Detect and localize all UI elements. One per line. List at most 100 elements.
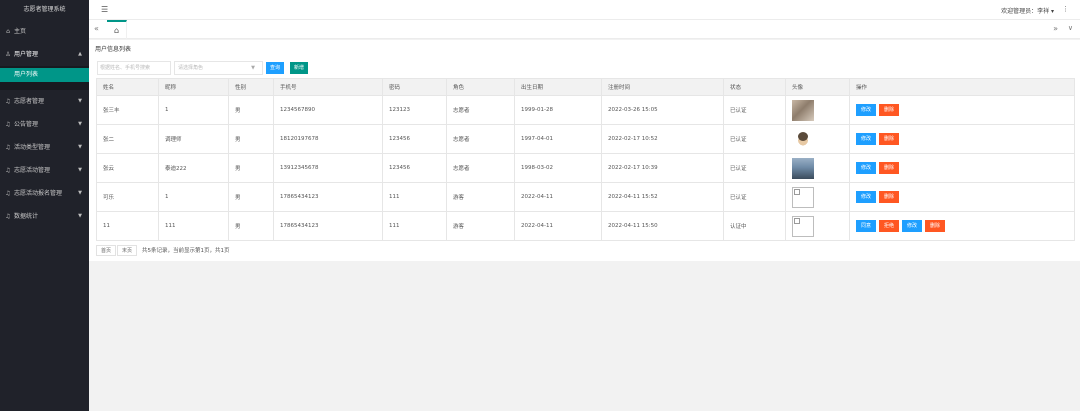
bell-icon: ♫ — [5, 144, 11, 151]
cell-birth: 1997-04-01 — [514, 124, 602, 154]
search-button[interactable]: 查询 — [266, 62, 285, 74]
cell-gender: 男 — [228, 95, 274, 125]
delete-button[interactable]: 删除 — [879, 191, 900, 203]
col-password: 密码 — [382, 78, 447, 96]
sidebar-item-activity-type-management[interactable]: ♫ 活动类型管理 ▼ — [0, 136, 89, 159]
table-row: 张三丰 1 男 1234567890 123123 志愿者 1999-01-28… — [96, 95, 1075, 125]
chevron-down-icon: ▼ — [78, 190, 82, 196]
cell-nickname: 1 — [158, 182, 229, 212]
cell-gender: 男 — [228, 211, 274, 241]
search-input[interactable] — [97, 61, 171, 75]
add-button[interactable]: 新增 — [290, 62, 309, 74]
status-badge: 已认证 — [723, 124, 786, 154]
approve-button[interactable]: 同意 — [856, 220, 877, 232]
tabs-dropdown-button[interactable]: ∨ — [1068, 24, 1073, 32]
sidebar-item-label: 活动类型管理 — [14, 144, 51, 151]
delete-button[interactable]: 删除 — [879, 162, 900, 174]
sidebar-item-label: 用户列表 — [14, 71, 39, 78]
role-select-placeholder: 请选择角色 — [178, 65, 204, 71]
top-header: ☰ 欢迎管理员：李祥 ▾ ⋮ — [89, 0, 1080, 20]
edit-button[interactable]: 修改 — [856, 191, 877, 203]
reject-button[interactable]: 拒绝 — [879, 220, 900, 232]
tabs-bar: « ⌂ » ∨ — [89, 20, 1080, 39]
cell-birth: 1999-01-28 — [514, 95, 602, 125]
avatar — [792, 128, 814, 150]
edit-button[interactable]: 修改 — [856, 133, 877, 145]
last-page-button[interactable]: 末页 — [117, 244, 138, 256]
app-title: 志愿者管理系统 — [23, 6, 66, 13]
chevron-down-icon: ▼ — [78, 121, 82, 127]
cell-avatar — [785, 124, 850, 154]
cell-phone: 18120197678 — [273, 124, 383, 154]
sidebar-item-home[interactable]: ⌂ 主页 — [0, 20, 89, 43]
chevron-down-icon: ▼ — [78, 213, 82, 219]
chevron-down-icon: ▼ — [78, 144, 82, 150]
cell-avatar — [785, 95, 850, 125]
bell-icon: ♫ — [5, 121, 11, 128]
tab-home[interactable]: ⌂ — [107, 20, 127, 39]
col-phone: 手机号 — [273, 78, 383, 96]
cell-actions: 修改 删除 — [849, 182, 1075, 212]
status-badge: 已认证 — [723, 95, 786, 125]
bell-icon: ♫ — [5, 167, 11, 174]
cell-nickname: 111 — [158, 211, 229, 241]
cell-name: 张三丰 — [96, 95, 159, 125]
cell-birth: 2022-04-11 — [514, 182, 602, 212]
cell-avatar — [785, 182, 850, 212]
hamburger-icon[interactable]: ☰ — [101, 5, 108, 14]
cell-actions: 修改 删除 — [849, 124, 1075, 154]
role-select[interactable]: 请选择角色 ▼ — [174, 61, 263, 75]
cell-password: 123456 — [382, 124, 447, 154]
col-name: 姓名 — [96, 78, 159, 96]
cell-name: 可乐 — [96, 182, 159, 212]
table-row: 张云 泰迪222 男 13912345678 123456 志愿者 1998-0… — [96, 153, 1075, 183]
col-avatar: 头像 — [785, 78, 850, 96]
delete-button[interactable]: 删除 — [925, 220, 946, 232]
cell-avatar — [785, 153, 850, 183]
sidebar-item-label: 公告管理 — [14, 121, 39, 128]
sidebar-item-activity-management[interactable]: ♫ 志愿活动管理 ▼ — [0, 159, 89, 182]
cell-role: 游客 — [446, 211, 515, 241]
delete-button[interactable]: 删除 — [879, 104, 900, 116]
sidebar-item-signup-management[interactable]: ♫ 志愿活动报名管理 ▼ — [0, 182, 89, 205]
sidebar: 志愿者管理系统 ⌂ 主页 ♙ 用户管理 ▲ 用户列表 ♫ 志愿者管理 ▼ ♫ 公… — [0, 0, 89, 411]
bell-icon: ♫ — [5, 190, 11, 197]
col-gender: 性别 — [228, 78, 274, 96]
sidebar-item-statistics[interactable]: ♫ 数据统计 ▼ — [0, 205, 89, 228]
cell-reg-time: 2022-04-11 15:50 — [601, 211, 724, 241]
bell-icon: ♫ — [5, 213, 11, 220]
sidebar-item-volunteer-management[interactable]: ♫ 志愿者管理 ▼ — [0, 90, 89, 113]
user-menu[interactable]: 欢迎管理员：李祥 ▾ — [1001, 6, 1054, 15]
more-vertical-icon[interactable]: ⋮ — [1062, 5, 1069, 13]
cell-reg-time: 2022-04-11 15:52 — [601, 182, 724, 212]
cell-birth: 2022-04-11 — [514, 211, 602, 241]
main-content: 用户信息列表 请选择角色 ▼ 查询 新增 姓名 昵称 性别 手机号 密码 角色 … — [89, 40, 1080, 261]
cell-avatar — [785, 211, 850, 241]
col-role: 角色 — [446, 78, 515, 96]
col-reg-time: 注册时间 — [601, 78, 724, 96]
delete-button[interactable]: 删除 — [879, 133, 900, 145]
edit-button[interactable]: 修改 — [856, 162, 877, 174]
cell-password: 111 — [382, 182, 447, 212]
tabs-prev-button[interactable]: « — [94, 24, 99, 33]
tabs-next-button[interactable]: » — [1053, 24, 1058, 33]
cell-nickname: 1 — [158, 95, 229, 125]
sidebar-item-notice-management[interactable]: ♫ 公告管理 ▼ — [0, 113, 89, 136]
cell-phone: 17865434123 — [273, 211, 383, 241]
sidebar-submenu: 用户列表 — [0, 66, 89, 90]
sidebar-item-user-list[interactable]: 用户列表 — [0, 68, 89, 82]
edit-button[interactable]: 修改 — [902, 220, 923, 232]
broken-image-icon — [792, 215, 814, 237]
edit-button[interactable]: 修改 — [856, 104, 877, 116]
cell-gender: 男 — [228, 124, 274, 154]
cell-actions: 同意 拒绝 修改 删除 — [849, 211, 1075, 241]
cell-actions: 修改 删除 — [849, 153, 1075, 183]
chevron-down-icon: ▼ — [78, 167, 82, 173]
user-table: 姓名 昵称 性别 手机号 密码 角色 出生日期 注册时间 状态 头像 操作 张三… — [96, 78, 1075, 241]
sidebar-item-user-management[interactable]: ♙ 用户管理 ▲ — [0, 43, 89, 66]
cell-gender: 男 — [228, 182, 274, 212]
cell-actions: 修改 删除 — [849, 95, 1075, 125]
first-page-button[interactable]: 首页 — [96, 244, 117, 256]
user-icon: ♙ — [5, 51, 11, 58]
cell-role: 游客 — [446, 182, 515, 212]
